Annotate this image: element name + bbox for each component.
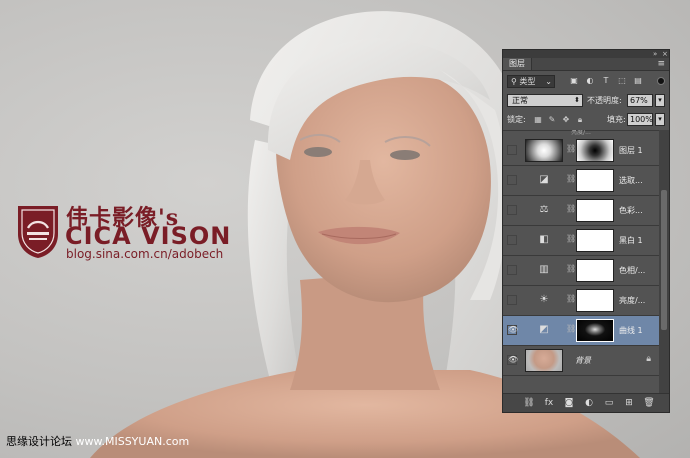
cica-logo-icon bbox=[18, 206, 58, 258]
trash-icon[interactable]: 🗑︎ bbox=[643, 397, 655, 409]
fill-dropdown-icon[interactable]: ▾ bbox=[655, 113, 665, 126]
chain-link-icon[interactable]: ⛓ bbox=[566, 204, 576, 213]
layer-name[interactable]: 色彩... bbox=[619, 205, 643, 216]
add-mask-icon[interactable]: ◙ bbox=[563, 397, 575, 409]
curves-icon: ◩ bbox=[539, 324, 549, 335]
filter-row: ⚲ 类型 ⌄ ▣ ◐ T ⬚ ▤ bbox=[503, 71, 669, 91]
layer-name[interactable]: 色相/... bbox=[619, 265, 645, 276]
new-adjustment-icon[interactable]: ◐ bbox=[583, 397, 595, 409]
layer-row[interactable]: ⚖ ⛓ 色彩... bbox=[503, 196, 659, 226]
adjustment-filter-icon[interactable]: ◐ bbox=[585, 76, 595, 86]
layer-name[interactable]: 背景 bbox=[575, 355, 591, 366]
brand-english-name: CICA VISON bbox=[65, 222, 232, 250]
smart-object-filter-icon[interactable]: ▤ bbox=[633, 76, 643, 86]
panel-bottom-toolbar: ⛓ fx ◙ ◐ ▭ ⊞ 🗑︎ bbox=[503, 393, 669, 412]
search-icon: ⚲ bbox=[511, 77, 517, 86]
layers-scrollbar[interactable] bbox=[659, 130, 669, 393]
visibility-toggle[interactable] bbox=[507, 295, 517, 305]
black-white-icon: ◧ bbox=[539, 234, 549, 245]
layer-row-selected[interactable]: 👁︎ ◩ ⛓ 曲线 1 bbox=[503, 316, 659, 346]
lock-all-icon[interactable]: 🔒︎ bbox=[575, 114, 585, 126]
close-icon[interactable]: × bbox=[662, 50, 668, 58]
lock-transparent-icon[interactable]: ▦ bbox=[533, 114, 543, 126]
visibility-toggle[interactable] bbox=[507, 205, 517, 215]
tab-layers[interactable]: 图层 bbox=[503, 58, 532, 70]
hue-saturation-icon: ▥ bbox=[539, 264, 549, 275]
new-layer-icon[interactable]: ⊞ bbox=[623, 397, 635, 409]
blend-mode-value: 正常 bbox=[512, 96, 528, 105]
eye-icon[interactable]: 👁︎ bbox=[507, 325, 518, 335]
chain-link-icon[interactable]: ⛓ bbox=[566, 294, 576, 303]
eye-icon[interactable]: 👁︎ bbox=[507, 355, 518, 365]
visibility-toggle[interactable] bbox=[507, 145, 517, 155]
scrollbar-thumb[interactable] bbox=[661, 190, 667, 330]
opacity-dropdown-icon[interactable]: ▾ bbox=[655, 94, 665, 107]
layer-row[interactable]: ☀ ⛓ 亮度/... bbox=[503, 286, 659, 316]
layer-mask-thumbnail[interactable] bbox=[576, 139, 614, 162]
layer-row[interactable]: ⛓ 图层 1 bbox=[503, 136, 659, 166]
selective-color-icon: ◪ bbox=[539, 174, 549, 185]
layer-mask-thumbnail[interactable] bbox=[576, 229, 614, 252]
blend-row: 正常 ⬍ 不透明度: 67% ▾ bbox=[503, 91, 669, 110]
balance-scale-icon: ⚖ bbox=[539, 204, 549, 215]
filter-toggle-icon[interactable] bbox=[657, 77, 665, 85]
layer-mask-thumbnail[interactable] bbox=[576, 289, 614, 312]
filter-kind-select[interactable]: ⚲ 类型 ⌄ bbox=[507, 75, 555, 88]
blend-mode-select[interactable]: 正常 ⬍ bbox=[507, 94, 583, 107]
chain-link-icon[interactable]: ⛓ bbox=[566, 174, 576, 183]
opacity-label: 不透明度: bbox=[587, 96, 622, 105]
panel-tab-row: 图层 ≡ bbox=[503, 58, 669, 71]
panel-menu-icon[interactable]: ≡ bbox=[657, 58, 665, 70]
panel-titlebar[interactable]: » × bbox=[503, 50, 669, 58]
layer-row[interactable]: ◧ ⛓ 黑白 1 bbox=[503, 226, 659, 256]
link-layers-icon[interactable]: ⛓ bbox=[523, 397, 535, 409]
fill-input[interactable]: 100% bbox=[627, 113, 653, 126]
layer-row[interactable]: ▥ ⛓ 色相/... bbox=[503, 256, 659, 286]
layer-name[interactable]: 选取... bbox=[619, 175, 643, 186]
footer-credit: 思缘设计论坛 www.MISSYUAN.com bbox=[6, 433, 189, 449]
image-filter-icon[interactable]: ▣ bbox=[569, 76, 579, 86]
chain-link-icon[interactable]: ⛓ bbox=[566, 264, 576, 273]
fx-icon[interactable]: fx bbox=[543, 397, 555, 409]
chevron-down-icon: ⬍ bbox=[574, 96, 580, 104]
layers-list: 亮度/... ⛓ 图层 1 ◪ ⛓ 选取... ⚖ ⛓ 色彩... ◧ ⛓ 黑白… bbox=[503, 130, 659, 393]
new-group-icon[interactable]: ▭ bbox=[603, 397, 615, 409]
chain-link-icon[interactable]: ⛓ bbox=[566, 144, 576, 153]
visibility-toggle[interactable] bbox=[507, 265, 517, 275]
filter-kind-label: 类型 bbox=[519, 77, 536, 86]
layer-mask-thumbnail[interactable] bbox=[576, 169, 614, 192]
canvas: 伟卡影像's CICA VISON blog.sina.com.cn/adobe… bbox=[0, 0, 690, 458]
chain-link-icon[interactable]: ⛓ bbox=[566, 234, 576, 243]
chevron-down-icon: ⌄ bbox=[545, 77, 552, 86]
layers-panel: » × 图层 ≡ ⚲ 类型 ⌄ ▣ ◐ T ⬚ ▤ 正常 ⬍ 不透明度: 67%… bbox=[502, 49, 670, 413]
layer-thumbnail bbox=[525, 139, 563, 162]
visibility-toggle[interactable] bbox=[507, 235, 517, 245]
layer-name[interactable]: 图层 1 bbox=[619, 145, 643, 156]
shape-filter-icon[interactable]: ⬚ bbox=[617, 76, 627, 86]
opacity-input[interactable]: 67% bbox=[627, 94, 653, 107]
background-thumbnail bbox=[525, 349, 563, 372]
layer-mask-thumbnail[interactable] bbox=[576, 319, 614, 342]
layer-row[interactable]: ◪ ⛓ 选取... bbox=[503, 166, 659, 196]
type-filter-icon[interactable]: T bbox=[601, 76, 611, 86]
layer-row[interactable]: 👁︎ 背景 🔒︎ bbox=[503, 346, 659, 376]
visibility-toggle[interactable] bbox=[507, 175, 517, 185]
brand-blog-url: blog.sina.com.cn/adobech bbox=[66, 247, 224, 261]
layer-name[interactable]: 曲线 1 bbox=[619, 325, 643, 336]
chain-link-icon[interactable]: ⛓ bbox=[566, 324, 576, 333]
lock-label: 锁定: bbox=[507, 115, 526, 124]
lock-position-icon[interactable]: ✥ bbox=[561, 114, 571, 126]
sun-icon: ☀ bbox=[539, 294, 549, 305]
collapse-icon[interactable]: » bbox=[653, 50, 657, 58]
footer-site-name: 思缘设计论坛 bbox=[6, 435, 72, 448]
lock-image-icon[interactable]: ✎ bbox=[547, 114, 557, 126]
footer-site-url: www.MISSYUAN.com bbox=[75, 435, 190, 448]
lock-row: 锁定: ▦ ✎ ✥ 🔒︎ 填充: 100% ▾ bbox=[503, 110, 669, 131]
layer-name[interactable]: 黑白 1 bbox=[619, 235, 643, 246]
fill-label: 填充: bbox=[607, 115, 626, 124]
layer-name[interactable]: 亮度/... bbox=[619, 295, 645, 306]
layer-mask-thumbnail[interactable] bbox=[576, 199, 614, 222]
layer-mask-thumbnail[interactable] bbox=[576, 259, 614, 282]
lock-icon: 🔒︎ bbox=[646, 354, 651, 364]
